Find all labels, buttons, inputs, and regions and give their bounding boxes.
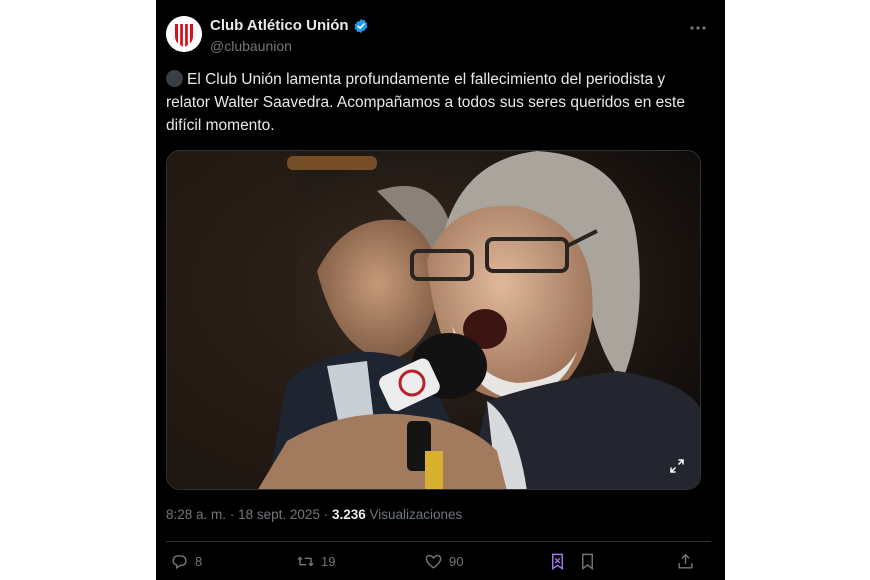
like-button[interactable]: 90 bbox=[424, 552, 463, 571]
display-name[interactable]: Club Atlético Unión bbox=[210, 17, 349, 34]
photo-two-men-microphone bbox=[167, 151, 700, 489]
avatar[interactable] bbox=[166, 16, 202, 52]
tweet-text: El Club Unión lamenta profundamente el f… bbox=[166, 68, 706, 137]
meta-separator: · bbox=[229, 507, 235, 522]
share-icon bbox=[678, 554, 693, 569]
views-count[interactable]: 3.236 bbox=[332, 507, 366, 522]
tweet-header: Club Atlético Unión @clubaunion bbox=[166, 16, 716, 58]
account-handle[interactable]: @clubaunion bbox=[210, 38, 369, 54]
bookmark-button[interactable] bbox=[578, 552, 597, 571]
reply-count: 8 bbox=[195, 554, 203, 569]
grok-button[interactable] bbox=[548, 552, 567, 571]
tweet-date[interactable]: 18 sept. 2025 bbox=[238, 507, 320, 522]
share-button[interactable] bbox=[676, 552, 695, 571]
more-options-icon[interactable] bbox=[688, 18, 708, 38]
like-count: 90 bbox=[449, 554, 464, 569]
action-bar: 8 19 90 bbox=[166, 552, 706, 576]
black-circle-icon bbox=[166, 70, 183, 87]
repost-icon bbox=[297, 556, 314, 567]
expand-image-icon[interactable] bbox=[668, 457, 686, 475]
bookmark-icon bbox=[582, 553, 593, 571]
repost-count: 19 bbox=[321, 554, 336, 569]
reply-icon bbox=[172, 555, 187, 570]
reply-button[interactable]: 8 bbox=[170, 552, 202, 571]
tweet-card: Club Atlético Unión @clubaunion El Club … bbox=[156, 0, 725, 580]
account-names: Club Atlético Unión @clubaunion bbox=[210, 17, 369, 54]
meta-separator-2: · bbox=[323, 507, 329, 522]
grok-icon bbox=[552, 553, 563, 570]
heart-icon bbox=[425, 554, 442, 569]
divider bbox=[166, 541, 711, 542]
tweet-time[interactable]: 8:28 a. m. bbox=[166, 507, 226, 522]
tweet-body: El Club Unión lamenta profundamente el f… bbox=[166, 71, 685, 134]
views-label: Visualizaciones bbox=[369, 507, 463, 522]
tweet-photo[interactable] bbox=[166, 150, 701, 490]
repost-button[interactable]: 19 bbox=[296, 552, 335, 571]
club-union-crest-icon bbox=[166, 16, 202, 52]
verified-badge-icon bbox=[354, 18, 367, 33]
tweet-meta: 8:28 a. m. · 18 sept. 2025 · 3.236 Visua… bbox=[166, 507, 462, 522]
